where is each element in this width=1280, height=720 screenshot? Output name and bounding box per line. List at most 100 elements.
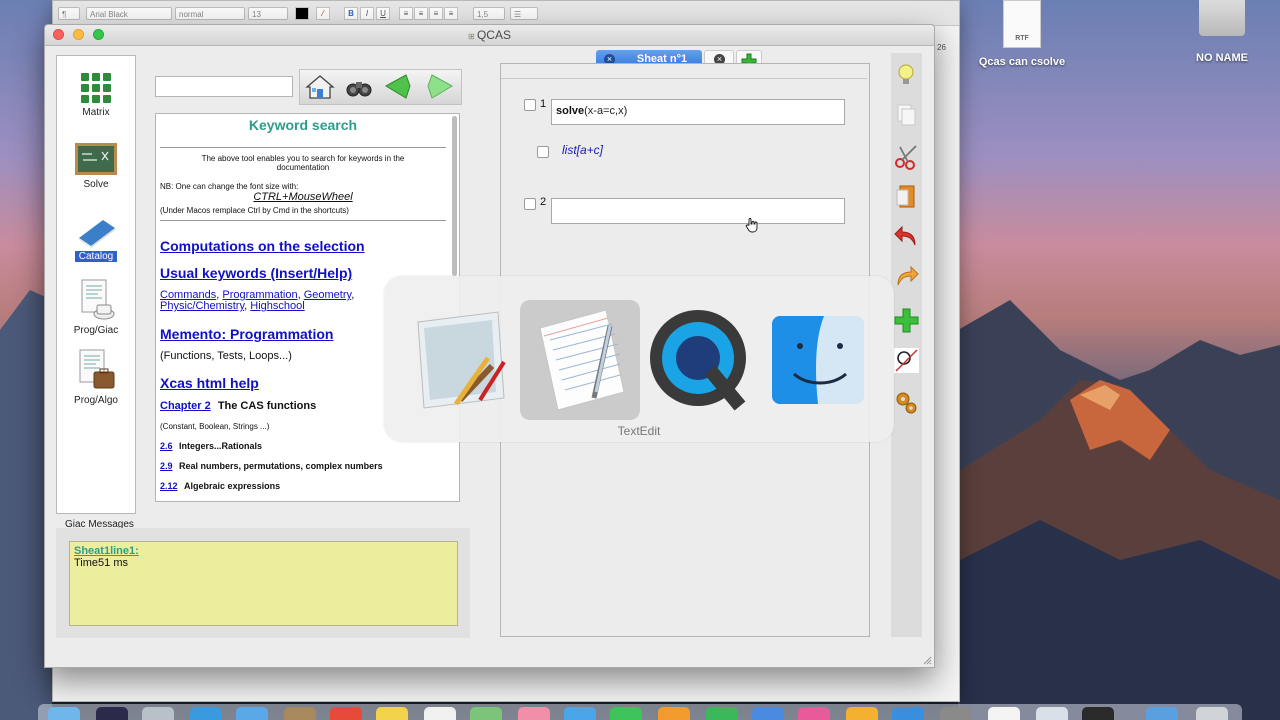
sidebar: Matrix Solve Catalog Prog/Giac Prog/Algo — [56, 55, 136, 514]
dock-mail-icon[interactable] — [236, 707, 268, 720]
align-right-button[interactable]: ≡ — [429, 7, 443, 20]
dock-trash-icon[interactable] — [1196, 707, 1228, 720]
paragraph-style-select[interactable]: ¶ — [58, 7, 80, 20]
plot-icon[interactable] — [893, 347, 920, 374]
dock-preview-icon[interactable] — [1036, 707, 1068, 720]
sidebar-item-matrix[interactable]: Matrix — [57, 72, 135, 118]
bold-button[interactable]: B — [344, 7, 358, 20]
dock-textedit-icon[interactable] — [988, 707, 1020, 720]
help-navigation-bar — [299, 69, 462, 105]
dock-launchpad-icon[interactable] — [142, 707, 174, 720]
document-briefcase-icon — [79, 349, 115, 389]
chapter-title: The CAS functions — [217, 400, 317, 412]
resize-grip-icon[interactable] — [922, 655, 932, 665]
sidebar-item-solve[interactable]: Solve — [57, 142, 135, 190]
dock-ibooks-store-icon[interactable] — [846, 707, 878, 720]
sidebar-item-prog-algo[interactable]: Prog/Algo — [57, 348, 135, 406]
giac-messages-box: Sheat1line1: Time51 ms — [69, 541, 458, 626]
list-style-select[interactable]: ☰ — [510, 7, 538, 20]
link-usual-keywords[interactable]: Usual keywords (Insert/Help) — [160, 265, 352, 281]
line-spacing-select[interactable]: 1,5 — [473, 7, 505, 20]
dock-safari-icon[interactable] — [190, 707, 222, 720]
highlight-color-swatch[interactable]: ⁄ — [316, 7, 330, 20]
text-color-swatch[interactable] — [295, 7, 309, 20]
link-chapter-2[interactable]: Chapter 2 — [160, 400, 211, 412]
format-toolbar: ¶ Arial Black normal 13 ⁄ B I U ≡ ≡ ≡ ≡ … — [53, 1, 959, 26]
memento-description: (Functions, Tests, Loops...) — [160, 350, 292, 362]
keyword-search-input[interactable] — [155, 76, 293, 97]
copy-icon[interactable] — [893, 101, 920, 128]
desktop-file-rtf[interactable]: RTF Qcas can csolve — [972, 0, 1072, 68]
dock-ibooks-icon[interactable] — [658, 707, 690, 720]
dock-keynote-icon[interactable] — [752, 707, 784, 720]
help-title: Keyword search — [248, 117, 358, 133]
justify-button[interactable]: ≡ — [444, 7, 458, 20]
book-icon — [79, 220, 115, 248]
sidebar-item-catalog[interactable]: Catalog — [57, 216, 135, 262]
dock-notes-app-icon[interactable] — [284, 707, 316, 720]
result-output-1[interactable]: list[a+c] — [562, 143, 603, 157]
command-input-2[interactable] — [551, 198, 845, 224]
switcher-app-textedit[interactable] — [520, 300, 640, 420]
command-input-1[interactable]: solve(x-a=c,x) — [551, 99, 845, 125]
align-left-button[interactable]: ≡ — [399, 7, 413, 20]
font-size-select[interactable]: 13 — [248, 7, 288, 20]
dock-messages-icon[interactable] — [564, 707, 596, 720]
dock-photos-icon[interactable] — [518, 707, 550, 720]
dock-finder-icon[interactable] — [48, 707, 80, 720]
dock-siri-icon[interactable] — [96, 707, 128, 720]
link-section-num[interactable]: 2.12 — [160, 481, 178, 491]
link-geometry[interactable]: Geometry — [304, 289, 351, 301]
section-title: Algebraic expressions — [184, 481, 281, 491]
lightbulb-icon[interactable] — [893, 61, 920, 88]
dock-calendar-icon[interactable] — [330, 707, 362, 720]
switcher-app-quicktime[interactable] — [640, 300, 760, 420]
row-2-checkbox[interactable] — [524, 198, 536, 210]
dock-app-store-icon[interactable] — [892, 707, 924, 720]
scissors-icon[interactable] — [893, 143, 920, 170]
desktop-drive[interactable]: NO NAME — [1180, 0, 1264, 64]
forward-arrow-icon[interactable] — [422, 73, 456, 100]
window-title: ⊞ QCAS — [468, 28, 511, 42]
link-section-num[interactable]: 2.9 — [160, 461, 173, 471]
dock-system-preferences-icon[interactable] — [940, 707, 972, 720]
dock-itunes-icon[interactable] — [798, 707, 830, 720]
align-center-button[interactable]: ≡ — [414, 7, 428, 20]
textedit-app-icon — [539, 309, 625, 411]
home-icon[interactable] — [303, 73, 337, 100]
link-xcas-html-help[interactable]: Xcas html help — [160, 375, 259, 391]
add-icon[interactable] — [893, 307, 920, 334]
switcher-app-preview[interactable] — [400, 300, 520, 420]
link-physic-chemistry[interactable]: Physic/Chemistry — [160, 300, 244, 312]
redo-icon[interactable] — [893, 263, 920, 290]
paste-icon[interactable] — [893, 183, 920, 210]
section-row: 2.9 Real numbers, permutations, complex … — [160, 461, 383, 471]
message-line-ref[interactable]: Sheat1line1: — [74, 545, 139, 557]
back-arrow-icon[interactable] — [382, 73, 416, 100]
font-family-select[interactable]: Arial Black — [86, 7, 172, 20]
link-computations-selection[interactable]: Computations on the selection — [160, 238, 365, 254]
undo-icon[interactable] — [893, 223, 920, 250]
link-section-num[interactable]: 2.6 — [160, 441, 173, 451]
dock-facetime-icon[interactable] — [610, 707, 642, 720]
switcher-app-finder[interactable] — [760, 300, 880, 420]
sidebar-item-label: Prog/Algo — [74, 395, 118, 406]
dock-quicktime-icon[interactable] — [1082, 707, 1114, 720]
dock-maps-icon[interactable] — [470, 707, 502, 720]
font-style-select[interactable]: normal — [175, 7, 245, 20]
sidebar-item-prog-giac[interactable]: Prog/Giac — [57, 278, 135, 336]
dock-reminders-icon[interactable] — [424, 707, 456, 720]
underline-button[interactable]: U — [376, 7, 390, 20]
dock-downloads-folder-icon[interactable] — [1146, 707, 1178, 720]
result-1-checkbox[interactable] — [537, 146, 549, 158]
italic-button[interactable]: I — [360, 7, 374, 20]
row-1-checkbox[interactable] — [524, 99, 536, 111]
link-highschool[interactable]: Highschool — [250, 300, 304, 312]
link-memento-programmation[interactable]: Memento: Programmation — [160, 326, 333, 342]
dock-numbers-icon[interactable] — [706, 707, 738, 720]
section-title: Real numbers, permutations, complex numb… — [179, 461, 383, 471]
binoculars-icon[interactable] — [342, 73, 376, 100]
scrollbar-thumb[interactable] — [452, 116, 457, 276]
dock-stickies-icon[interactable] — [376, 707, 408, 720]
settings-gears-icon[interactable] — [893, 389, 920, 416]
